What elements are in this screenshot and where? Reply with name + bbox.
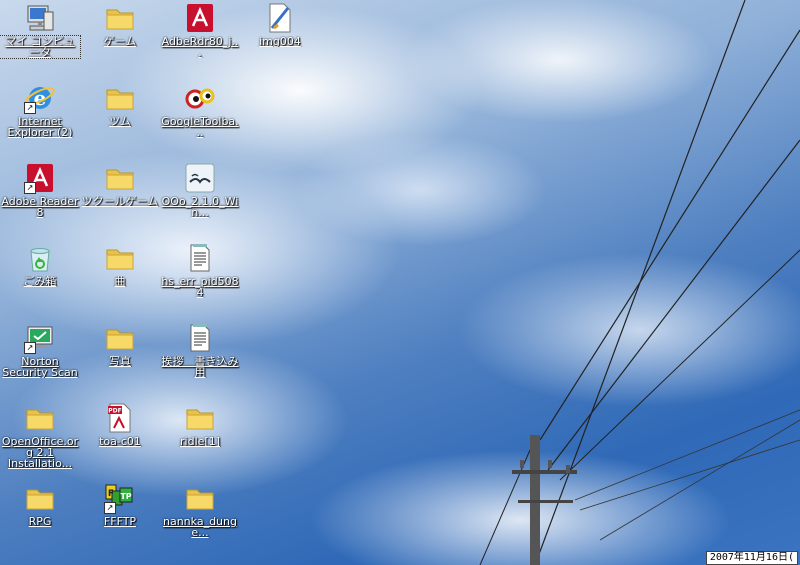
desktop-icon[interactable]: ridle[1] (160, 400, 240, 480)
desktop-icon[interactable]: e ↗ Internet Explorer (2) (0, 80, 80, 160)
adobe-reader-icon (184, 2, 216, 34)
desktop-icon-label: 挨拶 書き込み用 (161, 356, 239, 378)
shortcut-arrow-icon: ↗ (24, 182, 36, 194)
desktop-icon-label: 写真 (109, 356, 131, 367)
desktop-icon-label: Adobe Reader 8 (1, 196, 79, 218)
desktop-icon-label: RPG (28, 516, 52, 527)
clock-readout[interactable]: 2007年11月16日( (705, 551, 798, 565)
desktop-icon[interactable]: img004 (240, 0, 320, 80)
desktop-icon[interactable]: ゲーム (80, 0, 160, 80)
desktop-icon-label: toa-c01 (99, 436, 141, 447)
desktop-icon[interactable]: ごみ箱 (0, 240, 80, 320)
desktop-icon[interactable]: ツム (80, 80, 160, 160)
desktop-icon-label: FFFTP (103, 516, 137, 527)
folder-icon (104, 322, 136, 354)
desktop-icon-label: Norton Security Scan (2, 356, 78, 378)
desktop-icon[interactable]: 写真 (80, 320, 160, 400)
pdf-file-icon: PDF (104, 402, 136, 434)
desktop-icon[interactable]: 曲 (80, 240, 160, 320)
desktop-icon-label: マイ コンピュータ (0, 35, 81, 59)
desktop-icon-label: ごみ箱 (23, 276, 57, 287)
desktop-icon[interactable]: AdbeRdr80_j... (160, 0, 240, 80)
folder-icon (24, 482, 56, 514)
desktop-icon[interactable]: ↗ Adobe Reader 8 (0, 160, 80, 240)
desktop-icon-label: OOo_2.1.0_Win... (161, 196, 239, 218)
desktop-icon-label: OpenOffice.org 2.1 Installatio... (1, 436, 79, 469)
svg-text:F: F (108, 489, 114, 499)
desktop-icon[interactable]: PDF toa-c01 (80, 400, 160, 480)
desktop-icon[interactable]: マイ コンピュータ (0, 0, 81, 80)
desktop-icon[interactable]: GoogleToolba... (160, 80, 240, 160)
folder-icon (104, 2, 136, 34)
desktop-icon-label: ツム (109, 116, 131, 127)
folder-icon (104, 162, 136, 194)
desktop-icon-label: hs_err_pid5084 (161, 276, 239, 298)
folder-icon (104, 82, 136, 114)
desktop-icon[interactable]: 挨拶 書き込み用 (160, 320, 240, 400)
desktop-icon[interactable]: hs_err_pid5084 (160, 240, 240, 320)
desktop-icon[interactable]: RPG (0, 480, 80, 560)
desktop-icon-label: ゲーム (103, 36, 137, 47)
shortcut-arrow-icon: ↗ (104, 502, 116, 514)
svg-text:TP: TP (120, 492, 131, 501)
desktop-icon[interactable]: nannka_dunge... (160, 480, 240, 560)
desktop-icon[interactable]: OOo_2.1.0_Win... (160, 160, 240, 240)
desktop-icon-label: Internet Explorer (2) (7, 116, 73, 138)
google-toolbar-icon (184, 82, 216, 114)
desktop-icon-label: AdbeRdr80_j... (161, 36, 239, 58)
desktop-icon-label: nannka_dunge... (163, 516, 237, 538)
folder-icon (104, 242, 136, 274)
desktop-icon[interactable]: F TP ↗ FFFTP (80, 480, 160, 560)
openoffice-installer-icon (184, 162, 216, 194)
recycle-bin-icon (24, 242, 56, 274)
text-file-icon (184, 322, 216, 354)
desktop-icon-label: GoogleToolba... (161, 116, 239, 138)
image-file-icon (264, 2, 296, 34)
folder-icon (184, 482, 216, 514)
desktop-icon-label: ridle[1] (180, 436, 220, 447)
shortcut-arrow-icon: ↗ (24, 102, 36, 114)
desktop-icon[interactable]: OpenOffice.org 2.1 Installatio... (0, 400, 80, 480)
shortcut-arrow-icon: ↗ (24, 342, 36, 354)
text-file-icon (184, 242, 216, 274)
desktop-icon-label: img004 (259, 36, 301, 47)
desktop-icon-label: 曲 (114, 276, 126, 287)
desktop-icon[interactable]: ツクールゲーム (80, 160, 160, 240)
folder-icon (24, 402, 56, 434)
desktop-icon[interactable]: ↗ Norton Security Scan (0, 320, 80, 400)
folder-icon (184, 402, 216, 434)
desktop-icon-label: ツクールゲーム (81, 196, 159, 207)
svg-text:PDF: PDF (108, 408, 121, 415)
my-computer-icon (24, 2, 56, 34)
